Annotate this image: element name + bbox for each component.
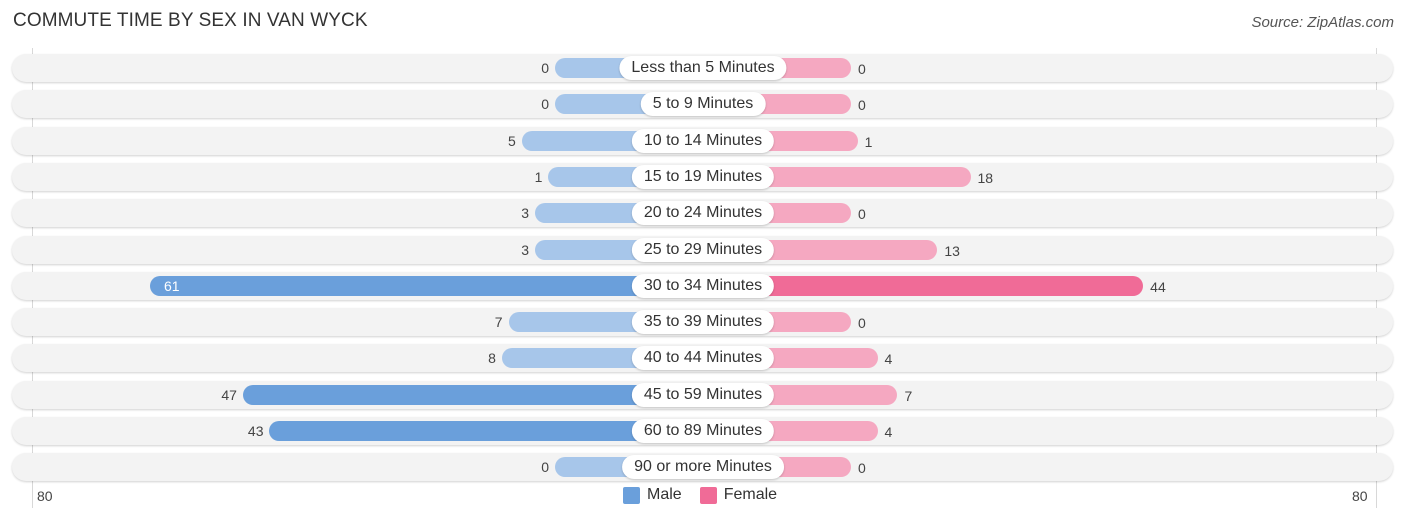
category-label: 40 to 44 Minutes [631,346,775,370]
value-label-female: 4 [884,424,893,440]
value-label-female: 0 [858,315,866,331]
value-label-female: 13 [944,243,960,259]
category-label: Less than 5 Minutes [619,56,787,80]
value-label-female: 7 [904,388,913,404]
bar-male[interactable] [149,276,703,296]
category-label: 45 to 59 Minutes [631,383,775,407]
category-label: 20 to 24 Minutes [631,201,775,225]
category-label: 15 to 19 Minutes [631,165,775,189]
value-label-male: 8 [488,350,496,366]
value-label-female: 1 [864,134,873,150]
chart-title: COMMUTE TIME BY SEX IN VAN WYCK [13,10,368,31]
value-label-female: 4 [884,351,893,367]
value-label-female: 0 [858,61,866,77]
value-label-male: 47 [221,387,237,403]
category-label: 60 to 89 Minutes [631,419,775,443]
category-label: 30 to 34 Minutes [631,274,775,298]
legend-item-female[interactable]: Female [699,486,778,504]
legend: Male Female [623,486,787,504]
value-label-female: 44 [1150,279,1166,295]
legend-label-female: Female [723,486,778,503]
legend-swatch-female [699,486,717,504]
value-label-female: 0 [858,460,866,476]
legend-label-male: Male [647,486,682,503]
category-label: 25 to 29 Minutes [631,238,775,262]
value-label-female: 0 [858,97,866,113]
category-label: 35 to 39 Minutes [631,310,775,334]
value-label-male: 43 [247,423,264,439]
value-label-male: 1 [534,169,543,185]
value-label-male: 61 [163,278,180,294]
value-label-male: 0 [541,60,549,76]
legend-swatch-male [623,486,640,504]
value-label-male: 5 [508,133,516,149]
legend-item-male[interactable]: Male [623,486,682,504]
value-label-male: 7 [494,314,503,330]
value-label-female: 0 [858,206,866,222]
category-label: 90 or more Minutes [622,455,784,479]
value-label-female: 18 [977,170,994,186]
axis-label-right: 80 [1352,488,1368,504]
value-label-male: 3 [521,205,530,221]
value-label-male: 0 [541,459,549,475]
value-label-male: 0 [541,96,549,112]
axis-label-left: 80 [37,488,53,504]
category-label: 10 to 14 Minutes [631,129,775,153]
category-label: 5 to 9 Minutes [640,92,766,116]
source-label: Source: ZipAtlas.com [1251,14,1394,31]
value-label-male: 3 [521,242,530,258]
